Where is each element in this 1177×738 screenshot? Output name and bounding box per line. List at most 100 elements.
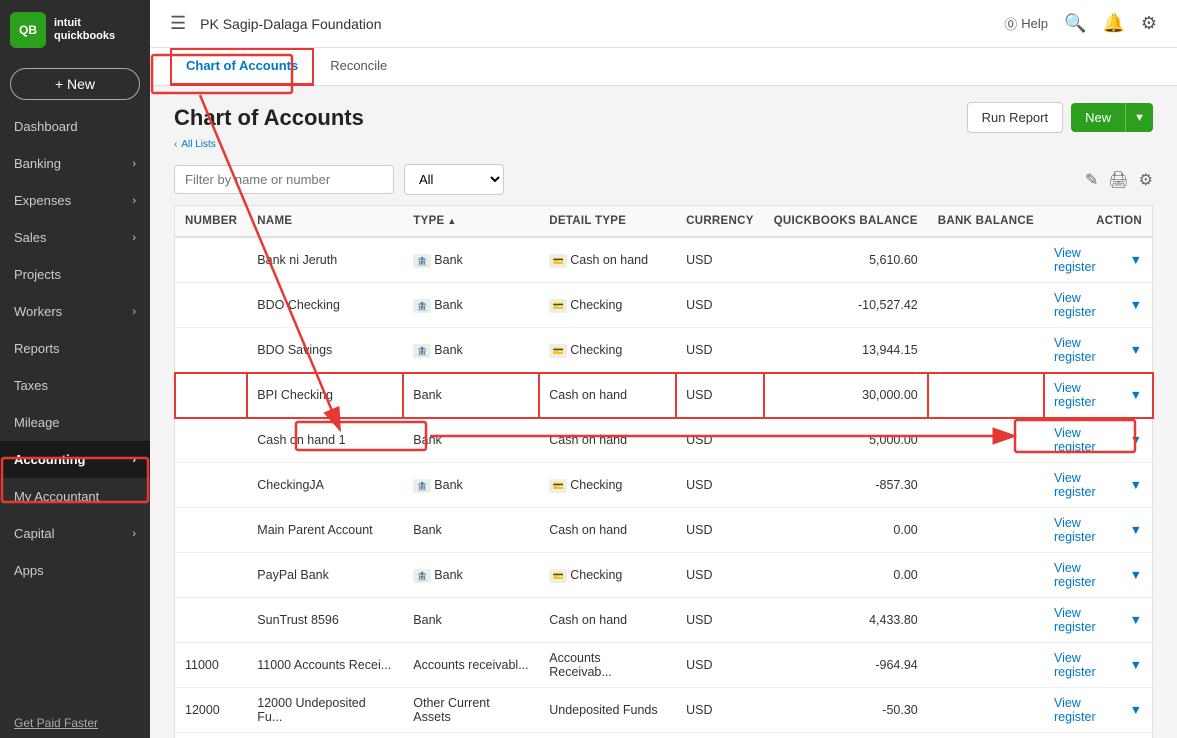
edit-icon[interactable]: ✎ [1085,170,1098,190]
cell-number [175,463,248,508]
cell-bank-balance [928,733,1044,738]
nav-workers[interactable]: Workers › [0,293,150,330]
page-title: Chart of Accounts [174,105,364,131]
tab-chart-of-accounts[interactable]: Chart of Accounts [170,48,314,86]
table-row: 11000 11000 Accounts Recei... Accounts r… [175,643,1153,688]
nav-expenses[interactable]: Expenses › [0,182,150,219]
nav-accounting[interactable]: Accounting › [0,441,150,478]
view-register-link[interactable]: View register [1054,651,1126,679]
col-number: NUMBER [175,206,248,238]
chevron-left-icon: ‹ [174,139,177,150]
nav-projects[interactable]: Projects [0,256,150,293]
cell-number [175,328,248,373]
nav-dashboard[interactable]: Dashboard [0,108,150,145]
print-icon[interactable]: 🖨 [1108,170,1128,190]
run-report-button[interactable]: Run Report [967,102,1063,133]
nav-apps[interactable]: Apps [0,552,150,589]
new-main-button[interactable]: New [1071,103,1125,132]
cell-detail-type: Undeposited Funds [539,688,676,733]
action-dropdown-icon[interactable]: ▼ [1130,298,1142,312]
help-button[interactable]: ⓪ Help [1004,14,1048,33]
action-dropdown-icon[interactable]: ▼ [1130,568,1142,582]
nav-sales[interactable]: Sales › [0,219,150,256]
new-dropdown-button[interactable]: ▼ [1125,103,1153,132]
col-type[interactable]: TYPE [403,206,539,238]
tabbar: Chart of Accounts Reconcile [150,48,1177,86]
view-register-link[interactable]: View register [1054,606,1126,634]
new-button[interactable]: + New [10,68,140,100]
view-register-link[interactable]: View register [1054,291,1126,319]
nav-banking[interactable]: Banking › [0,145,150,182]
type-select[interactable]: All Assets Liabilities Equity Income Exp… [404,164,504,195]
cell-detail-type: Cash on hand [539,598,676,643]
filter-input[interactable] [174,165,394,194]
nav-reports[interactable]: Reports [0,330,150,367]
content-area: Chart of Accounts Run Report New ▼ ‹ All… [150,86,1177,738]
cell-action: View register ▼ [1044,283,1153,328]
cell-currency: USD [676,598,764,643]
col-name: NAME [247,206,403,238]
company-name: PK Sagip-Dalaga Foundation [200,16,381,32]
cell-name: BDO Checking [247,283,403,328]
settings-icon[interactable]: ⚙ [1141,13,1157,34]
table-row: BDO Checking 🏦Bank 💳Checking USD -10,527… [175,283,1153,328]
view-register-link[interactable]: View register [1054,696,1126,724]
logo-text: intuitquickbooks [54,17,115,43]
col-detail-type: DETAIL TYPE [539,206,676,238]
col-currency: CURRENCY [676,206,764,238]
cell-number [175,283,248,328]
action-dropdown-icon[interactable]: ▼ [1130,478,1142,492]
cell-name: 11000 Accounts Recei... [247,643,403,688]
cell-detail-type: 💳Cash on hand [539,237,676,283]
view-register-link[interactable]: View register [1054,336,1126,364]
action-dropdown-icon[interactable]: ▼ [1130,703,1142,717]
action-dropdown-icon[interactable]: ▼ [1130,343,1142,357]
search-icon[interactable]: 🔍 [1064,13,1086,34]
table-row: PayPal Bank 🏦Bank 💳Checking USD 0.00 Vie… [175,553,1153,598]
action-dropdown-icon[interactable]: ▼ [1130,523,1142,537]
view-register-link[interactable]: View register [1054,471,1126,499]
view-register-link[interactable]: View register [1054,381,1126,409]
cell-qb-balance: 0.00 [764,553,928,598]
nav-mileage[interactable]: Mileage [0,404,150,441]
nav-capital[interactable]: Capital › [0,515,150,552]
notifications-icon[interactable]: 🔔 [1102,13,1124,34]
view-register-link[interactable]: View register [1054,246,1126,274]
action-dropdown-icon[interactable]: ▼ [1130,253,1142,267]
view-register-link[interactable]: View register [1054,561,1126,589]
cell-bank-balance [928,688,1044,733]
settings-table-icon[interactable]: ⚙ [1139,170,1153,190]
nav-my-accountant[interactable]: My Accountant [0,478,150,515]
nav-taxes[interactable]: Taxes [0,367,150,404]
table-row: 12000 12000 Undeposited Fu... Other Curr… [175,688,1153,733]
cell-name: Bank ni Jeruth [247,237,403,283]
tab-reconcile[interactable]: Reconcile [314,48,403,86]
new-split-button: New ▼ [1071,103,1153,132]
get-paid-faster-link[interactable]: Get Paid Faster [0,708,150,738]
cell-qb-balance: -857.30 [764,463,928,508]
accounts-table: NUMBER NAME TYPE DETAIL TYPE CURRENCY QU… [174,205,1153,738]
bank-icon: 🏦 [413,344,431,358]
cell-bank-balance [928,643,1044,688]
cell-name: PayPal Bank [247,553,403,598]
cell-action: View register ▼ [1044,643,1153,688]
view-register-link[interactable]: View register [1054,426,1126,454]
cell-number [175,418,248,463]
chevron-right-icon: › [132,454,136,466]
action-dropdown-icon[interactable]: ▼ [1130,658,1142,672]
action-dropdown-icon[interactable]: ▼ [1130,433,1142,447]
table-row: Main Parent Account Bank Cash on hand US… [175,508,1153,553]
cell-currency: USD [676,733,764,738]
cell-type: Bank [403,598,539,643]
hamburger-icon[interactable]: ☰ [170,13,186,34]
detail-icon: 💳 [549,254,567,268]
action-dropdown-icon[interactable]: ▼ [1130,613,1142,627]
cell-bank-balance [928,237,1044,283]
action-dropdown-icon[interactable]: ▼ [1130,388,1142,402]
cell-qb-balance: 13,944.15 [764,328,928,373]
cell-detail-type: 💳Checking [539,553,676,598]
all-lists-link[interactable]: ‹ All Lists [174,139,1153,150]
view-register-link[interactable]: View register [1054,516,1126,544]
main-content: ☰ PK Sagip-Dalaga Foundation ⓪ Help 🔍 🔔 … [150,0,1177,738]
cell-bank-balance [928,328,1044,373]
